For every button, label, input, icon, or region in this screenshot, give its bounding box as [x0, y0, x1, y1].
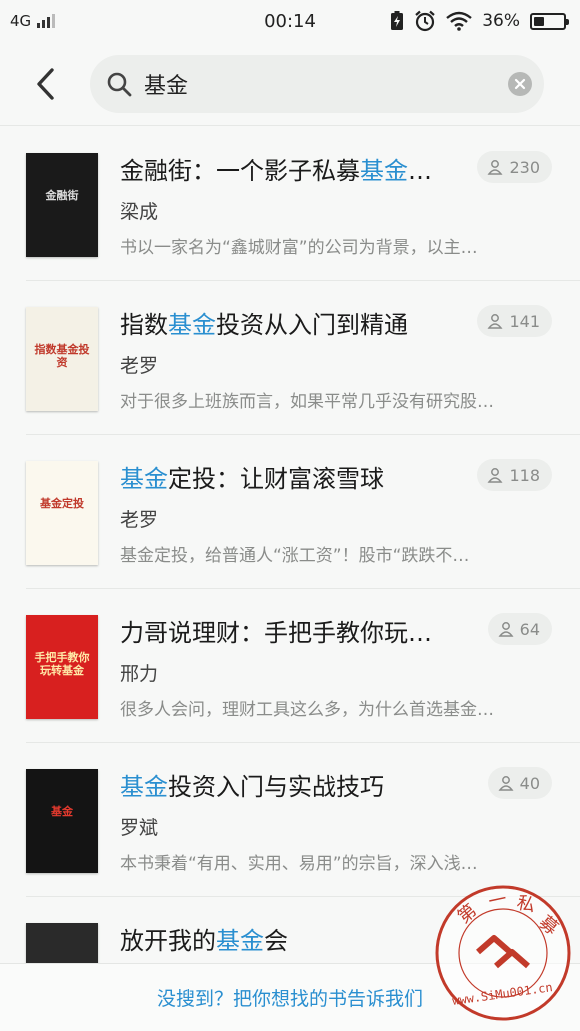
person-icon	[487, 468, 503, 483]
book-title[interactable]: 基金定投：让财富滚雪球	[120, 459, 460, 494]
book-description: 本书秉着“有用、实用、易用”的宗旨，深入浅…	[120, 854, 478, 874]
title-text: 会	[264, 927, 288, 955]
search-highlight: 基金	[360, 157, 408, 185]
book-title[interactable]: 力哥说理财：手把手教你玩…	[120, 613, 460, 648]
book-cover[interactable]: 金融街	[26, 153, 98, 257]
book-description: 基金定投，给普通人“涨工资”！股市“跌跌不…	[120, 546, 470, 566]
battery-saver-icon	[391, 11, 404, 30]
back-arrow-icon	[37, 67, 54, 100]
book-author: 罗斌	[120, 817, 159, 839]
book-title[interactable]: 金融街：一个影子私募基金…	[120, 151, 460, 186]
book-result-item[interactable]: 金融街 金融街：一个影子私募基金… 梁成书以一家名为“鑫城财富”的公司为背景，以主……	[26, 127, 580, 281]
book-result-item[interactable]: 基金 基金投资入门与实战技巧 罗斌 本书秉着“有用、实用、易用”的宗旨，深入浅… 40	[26, 743, 580, 897]
book-result-item[interactable]: 手把手教你玩转基金 力哥说理财：手把手教你玩… 邢力很多人会问，理财工具这么多，为什…	[26, 589, 580, 743]
book-cover-text: 基金	[51, 805, 73, 818]
book-cover[interactable]: 基金定投	[26, 461, 98, 565]
reader-count: 141	[509, 311, 540, 331]
search-header	[0, 42, 580, 126]
reader-count-badge: 141	[477, 305, 552, 337]
book-cover[interactable]: 指数基金投资	[26, 307, 98, 411]
reader-count: 40	[519, 773, 540, 793]
clear-button[interactable]	[508, 71, 532, 96]
book-author: 邢力	[120, 663, 159, 685]
book-author: 老罗	[120, 509, 159, 531]
book-cover-text: 基金定投	[40, 497, 84, 510]
wifi-icon	[446, 11, 472, 31]
search-highlight: 基金	[216, 927, 264, 955]
reader-count-badge: 118	[477, 459, 552, 491]
book-author: 梁成	[120, 201, 159, 223]
title-text: 力哥说理财：手把手教你玩…	[120, 619, 432, 647]
network-indicator: 4G	[10, 12, 56, 30]
book-title[interactable]: 放开我的基金会	[120, 921, 460, 956]
book-title[interactable]: 基金投资入门与实战技巧	[120, 767, 460, 802]
alarm-icon	[415, 10, 435, 32]
title-text: 放开我的	[120, 927, 216, 955]
search-highlight: 基金	[120, 465, 168, 493]
reader-count: 64	[519, 619, 540, 639]
search-highlight: 基金	[120, 773, 168, 801]
title-text: 金融街：一个影子私募	[120, 157, 360, 185]
person-icon	[498, 622, 514, 637]
signal-icon	[37, 14, 56, 28]
search-input[interactable]	[144, 71, 508, 96]
person-icon	[487, 314, 503, 329]
person-icon	[487, 160, 503, 175]
reader-count-badge: 230	[477, 151, 552, 183]
reader-count: 230	[509, 157, 540, 177]
title-text: 指数	[120, 311, 168, 339]
book-cover-text: 金融街	[45, 189, 79, 202]
battery-percent: 36%	[482, 11, 520, 31]
title-text: 投资从入门到精通	[216, 311, 408, 339]
search-highlight: 基金	[168, 311, 216, 339]
back-button[interactable]	[0, 42, 90, 126]
reader-count-badge: 64	[487, 613, 552, 645]
reader-count: 118	[509, 465, 540, 485]
person-icon	[498, 776, 514, 791]
reader-count-badge: 40	[487, 767, 552, 799]
search-icon	[107, 72, 132, 96]
request-book-link[interactable]: 没搜到？把你想找的书告诉我们	[157, 984, 423, 1011]
search-box[interactable]	[90, 54, 544, 113]
book-description: 很多人会问，理财工具这么多，为什么首选基金…	[120, 700, 494, 720]
watermark-seal: 第 一 私 募 www.SiMu001.cn	[435, 885, 571, 1021]
network-type: 4G	[10, 12, 32, 30]
book-cover-text: 指数基金投资	[34, 343, 90, 370]
book-description: 书以一家名为“鑫城财富”的公司为背景，以主…	[120, 238, 478, 258]
book-description: 对于很多上班族而言，如果平常几乎没有研究股…	[120, 392, 494, 412]
status-bar: 4G 00:14 36%	[0, 0, 580, 42]
book-result-item[interactable]: 基金定投 基金定投：让财富滚雪球 老罗 基金定投，给普通人“涨工资”！股市“跌跌不… 1…	[26, 435, 580, 589]
title-text: 定投：让财富滚雪球	[168, 465, 384, 493]
book-result-item[interactable]: 指数基金投资 指数基金投资从入门到精通老罗对于很多上班族而言，如果平常几乎没有研究…	[26, 281, 580, 435]
title-text: …	[408, 157, 432, 185]
book-title[interactable]: 指数基金投资从入门到精通	[120, 305, 460, 340]
book-cover-text: 手把手教你玩转基金	[34, 651, 90, 678]
book-cover[interactable]: 基金	[26, 769, 98, 873]
battery-icon	[530, 12, 569, 30]
clear-icon	[514, 78, 526, 89]
title-text: 投资入门与实战技巧	[168, 773, 384, 801]
book-cover[interactable]: 手把手教你玩转基金	[26, 615, 98, 719]
book-author: 老罗	[120, 355, 159, 377]
